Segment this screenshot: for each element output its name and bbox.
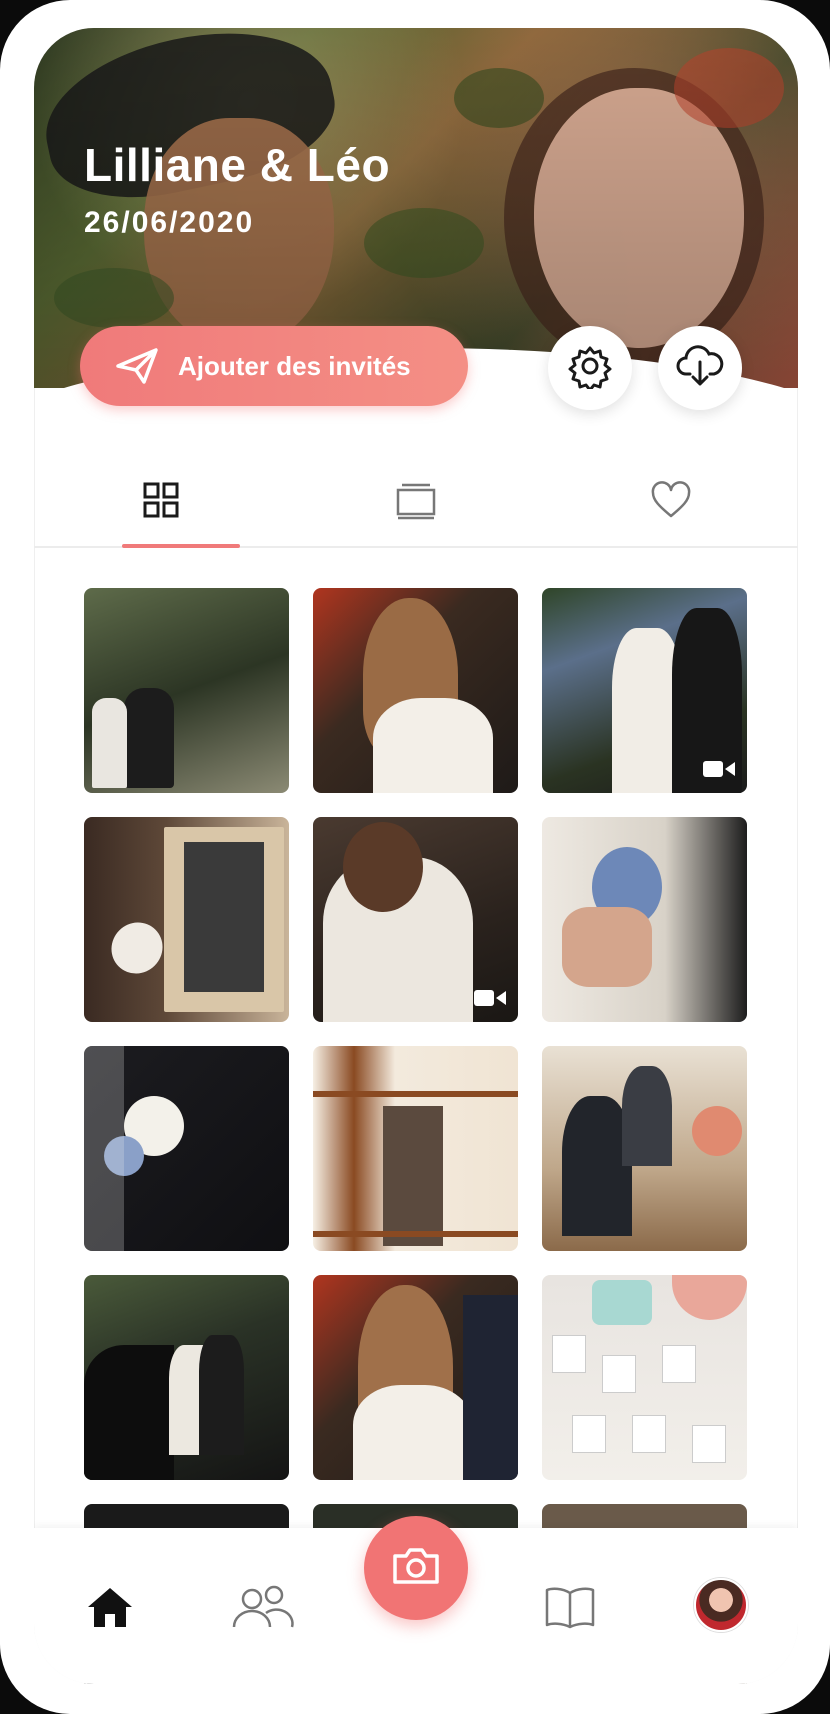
- video-icon: [703, 761, 735, 777]
- camera-icon: [391, 1546, 441, 1591]
- photo-tile[interactable]: [542, 817, 747, 1022]
- nav-home[interactable]: [80, 1584, 140, 1634]
- guests-icon: [230, 1583, 296, 1636]
- grid-icon: [141, 480, 181, 525]
- paper-plane-icon: [114, 346, 160, 386]
- video-icon: [474, 990, 506, 1006]
- nav-guestbook[interactable]: [542, 1584, 598, 1634]
- tab-favorites[interactable]: [543, 468, 798, 546]
- camera-button[interactable]: [364, 1516, 468, 1620]
- add-guests-button[interactable]: Ajouter des invités: [80, 326, 468, 406]
- tab-grid[interactable]: [34, 468, 289, 548]
- gear-icon: [567, 343, 613, 394]
- tab-slideshow[interactable]: [289, 468, 544, 546]
- event-date: 26/06/2020: [84, 206, 255, 239]
- view-tabs: [34, 468, 798, 548]
- photo-tile[interactable]: [84, 588, 289, 793]
- photo-tile[interactable]: [84, 817, 289, 1022]
- settings-button[interactable]: [548, 326, 632, 410]
- bottom-navigation: [34, 1516, 798, 1684]
- photo-tile[interactable]: [542, 1046, 747, 1251]
- home-icon: [85, 1585, 135, 1634]
- app-screen: Lilliane & Léo 26/06/2020 Ajouter des in…: [34, 28, 798, 1684]
- photo-tile[interactable]: [542, 1275, 747, 1480]
- photo-tile[interactable]: [313, 1275, 518, 1480]
- photo-tile[interactable]: [84, 1275, 289, 1480]
- photo-tile[interactable]: [313, 588, 518, 793]
- slideshow-icon: [394, 480, 438, 525]
- phone-frame: Lilliane & Léo 26/06/2020 Ajouter des in…: [0, 0, 830, 1714]
- book-icon: [544, 1585, 596, 1634]
- photo-tile[interactable]: [542, 588, 747, 793]
- heart-icon: [649, 480, 693, 525]
- couple-name: Lilliane & Léo: [84, 139, 391, 191]
- avatar[interactable]: [694, 1578, 748, 1632]
- photo-tile[interactable]: [313, 817, 518, 1022]
- add-guests-label: Ajouter des invités: [178, 350, 411, 381]
- nav-guests[interactable]: [230, 1584, 296, 1634]
- download-button[interactable]: [658, 326, 742, 410]
- photo-tile[interactable]: [84, 1046, 289, 1251]
- photo-tile[interactable]: [313, 1046, 518, 1251]
- cloud-download-icon: [676, 344, 724, 393]
